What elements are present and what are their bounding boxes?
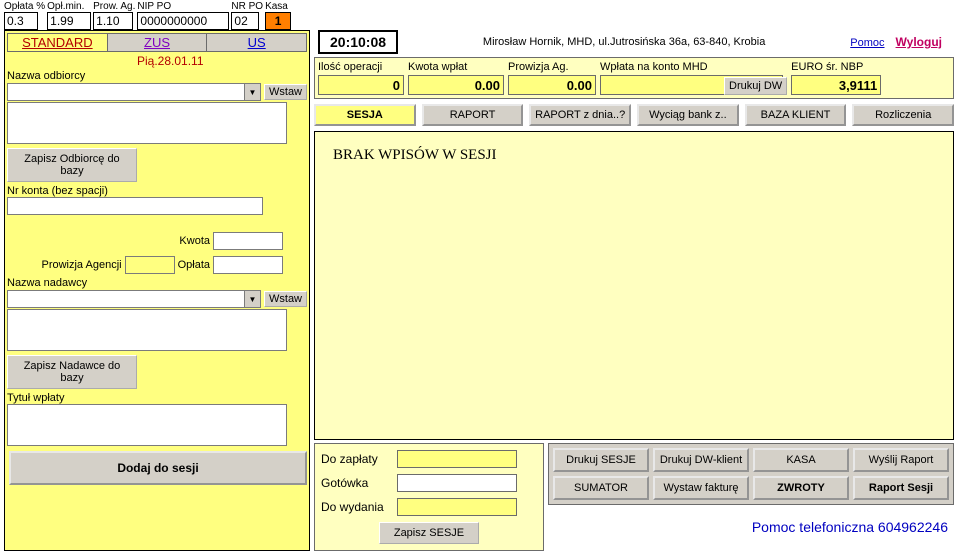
btn-zapisz-odbiorce[interactable]: Zapisz Odbiorcę do bazy [7,148,137,182]
btn-sumator[interactable]: SUMATOR [553,476,649,500]
lbl-ilosc: Ilość operacji [318,61,404,75]
link-wyloguj[interactable]: Wyloguj [896,35,942,49]
lbl-euro: EURO śr. NBP [791,61,881,75]
lbl-oplata: Opłata [178,259,210,271]
tab-us[interactable]: US [207,34,306,51]
combo-odbiorca[interactable] [7,83,245,101]
btn-raport-sesji[interactable]: Raport Sesji [853,476,949,500]
btn-zapisz-nadawce[interactable]: Zapisz Nadawce do bazy [7,355,137,389]
lbl-oplata-pct: Opłata % [4,1,45,12]
left-panel: STANDARD ZUS US Pią.28.01.11 Nazwa odbio… [4,30,310,551]
input-opl-min[interactable] [47,12,91,30]
input-kwota[interactable] [213,232,283,250]
input-prowizja-agencji[interactable] [125,256,175,274]
val-kwota-wplat [408,75,504,95]
btn-sesja[interactable]: SESJA [314,104,416,126]
input-nip-po[interactable] [137,12,229,30]
btn-wystaw-fakture[interactable]: Wystaw fakturę [653,476,749,500]
lbl-gotowka: Gotówka [321,476,391,490]
btn-zapisz-sesje[interactable]: Zapisz SESJE [379,522,479,544]
val-prowizja [508,75,596,95]
textarea-odbiorca[interactable] [7,102,287,144]
btn-wyciag[interactable]: Wyciąg bank z.. [637,104,739,126]
tab-standard[interactable]: STANDARD [8,34,108,51]
btn-zwroty[interactable]: ZWROTY [753,476,849,500]
input-prow-ag[interactable] [93,12,133,30]
btn-rozliczenia[interactable]: Rozliczenia [852,104,954,126]
btn-raport-zdnia[interactable]: RAPORT z dnia..? [529,104,631,126]
combo-nadawca[interactable] [7,290,245,308]
btn-kasa[interactable]: KASA [753,448,849,472]
main-session-area: BRAK WPISÓW W SESJI [314,131,954,440]
lbl-tytul-wplaty: Tytuł wpłaty [7,392,307,404]
input-oplata[interactable] [213,256,283,274]
input-nr-po[interactable] [231,12,259,30]
btn-baza[interactable]: BAZA KLIENT [745,104,847,126]
lbl-do-zaplaty: Do zapłaty [321,452,391,466]
btn-drukuj-dw-klient[interactable]: Drukuj DW-klient [653,448,749,472]
lbl-nazwa-nadawcy: Nazwa nadawcy [7,277,307,289]
tab-zus[interactable]: ZUS [108,34,208,51]
lbl-nr-po: NR PO [231,1,263,12]
val-ilosc [318,75,404,95]
textarea-tytul[interactable] [7,404,287,446]
lbl-nazwa-odbiorcy: Nazwa odbiorcy [7,70,307,82]
val-euro [791,75,881,95]
lbl-do-wydania: Do wydania [321,500,391,514]
input-do-zaplaty[interactable] [397,450,517,468]
textarea-nadawca[interactable] [7,309,287,351]
btn-dodaj-do-sesji[interactable]: Dodaj do sesji [9,451,307,485]
lbl-wplata-mhd: Wpłata na konto MHD [600,61,720,75]
lbl-kasa: Kasa [265,1,291,12]
btn-wyslij-raport[interactable]: Wyślij Raport [853,448,949,472]
btn-wstaw-nadawca[interactable]: Wstaw [264,291,307,307]
date-label: Pią.28.01.11 [7,52,307,70]
input-nrkonta[interactable] [7,197,263,215]
clock: 20:10:08 [318,30,398,54]
input-oplata-pct[interactable] [4,12,38,30]
phone-help: Pomoc telefoniczna 604962246 [548,505,954,535]
lbl-nrkonta: Nr konta (bez spacji) [7,185,307,197]
address-label: Mirosław Hornik, MHD, ul.Jutrosińska 36a… [406,36,842,48]
btn-drukuj-dw[interactable]: Drukuj DW [724,77,787,95]
lbl-kwota: Kwota [179,235,210,247]
lbl-prow-ag: Prow. Ag. [93,1,135,12]
lbl-prowizja: Prowizja Ag. [508,61,596,75]
lbl-prowizja-agencji: Prowizja Agencji [41,259,121,271]
lbl-nip-po: NIP PO [137,1,229,12]
input-do-wydania[interactable] [397,498,517,516]
btn-wstaw-odbiorca[interactable]: Wstaw [264,84,307,100]
input-kasa[interactable] [265,12,291,30]
lbl-kwota-wplat: Kwota wpłat [408,61,504,75]
link-pomoc[interactable]: Pomoc [850,37,884,49]
btn-drukuj-sesje[interactable]: Drukuj SESJE [553,448,649,472]
lbl-opl-min: Opł.min. [47,1,91,12]
chevron-down-icon[interactable]: ▼ [245,290,261,308]
pay-box: Do zapłaty Gotówka Do wydania Zapisz SES… [314,443,544,551]
chevron-down-icon[interactable]: ▼ [245,83,261,101]
btn-raport[interactable]: RAPORT [422,104,524,126]
input-gotowka[interactable] [397,474,517,492]
